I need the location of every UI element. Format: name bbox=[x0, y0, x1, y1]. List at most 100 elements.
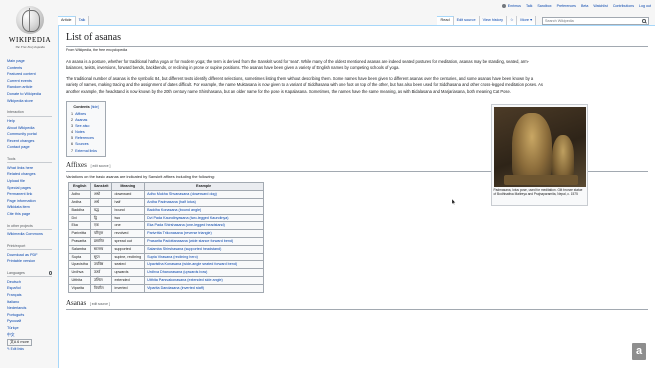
sidebar-item-upload[interactable]: Upload file bbox=[7, 178, 58, 185]
mouse-cursor-icon bbox=[452, 199, 456, 205]
affix-example-cell[interactable]: Viparita Dandasana (inverted staff) bbox=[143, 283, 264, 293]
sidebar-item-help[interactable]: Help bbox=[7, 118, 58, 125]
affix-sanskrit-cell: उत्थित bbox=[90, 275, 112, 285]
maitreya-figure bbox=[511, 112, 552, 181]
table-row: Adho अधो downward Adho Mukha Shvanasana (do… bbox=[67, 190, 264, 199]
search-placeholder: Search Wikipedia bbox=[545, 18, 574, 23]
lang-link[interactable]: Français bbox=[7, 292, 58, 299]
sidebar-item-store[interactable]: Wikipedia store bbox=[7, 98, 58, 105]
affix-meaning-cell: revolved bbox=[110, 229, 145, 238]
tab-more[interactable]: More ▾ bbox=[517, 16, 536, 25]
sidebar-item-special[interactable]: Special pages bbox=[7, 185, 58, 192]
sidebar-item-contact[interactable]: Contact page bbox=[7, 144, 58, 151]
sidebar-item-commons[interactable]: Wikimedia Commons bbox=[7, 231, 58, 238]
sidebar-item-about[interactable]: About Wikipedia bbox=[7, 125, 58, 132]
table-row: Utthita उत्थित extended Utthita Parsvakonas… bbox=[67, 275, 264, 285]
personal-beta-link[interactable]: Beta bbox=[581, 4, 588, 9]
sidebar-item-recent-changes[interactable]: Recent changes bbox=[7, 138, 58, 145]
affix-example-cell[interactable]: Baddha Konasana (bound angle) bbox=[143, 205, 264, 215]
toc-item[interactable]: 7 External links bbox=[71, 148, 101, 154]
toc-title-text: Contents bbox=[73, 104, 90, 109]
sidebar-item-what-links[interactable]: What links here bbox=[7, 165, 58, 172]
personal-sandbox-link[interactable]: Sandbox bbox=[537, 4, 551, 9]
lang-link[interactable]: Português bbox=[7, 312, 58, 319]
lang-link[interactable]: Italiano bbox=[7, 299, 58, 306]
puzzle-globe-icon bbox=[16, 6, 44, 34]
image-caption: Padmasana, lotus pose, used for meditati… bbox=[493, 188, 583, 197]
sidebar-item-related[interactable]: Related changes bbox=[7, 171, 58, 178]
sidebar-item-current-events[interactable]: Current events bbox=[7, 78, 58, 85]
sidebar-item-main-page[interactable]: Main page bbox=[7, 58, 58, 65]
gear-icon[interactable] bbox=[48, 271, 52, 275]
table-header: Meaning bbox=[110, 182, 145, 192]
sidebar-heading: Interaction bbox=[7, 110, 52, 117]
lang-link[interactable]: Türkçe bbox=[7, 325, 58, 332]
affix-example-cell[interactable]: Upavistha Konasana (wide-angle seated fo… bbox=[143, 260, 264, 270]
sidebar-item-download-pdf[interactable]: Download as PDF bbox=[7, 252, 58, 259]
sidebar-heading: Languages bbox=[7, 271, 52, 278]
table-row: Parivritta परिवृत्त revolved Parivritta Tri… bbox=[67, 229, 264, 238]
affix-example-cell[interactable]: Adho Mukha Shvanasana (downward dog) bbox=[143, 190, 264, 199]
personal-logout-link[interactable]: Log out bbox=[639, 4, 651, 9]
affix-example-cell[interactable]: Prasarita Padottanasana (wide stance for… bbox=[143, 236, 264, 246]
affix-english-cell: Upavistha bbox=[67, 260, 92, 270]
tab-article[interactable]: Article bbox=[58, 16, 76, 25]
affix-example-cell[interactable]: Salamba Shirshasana (supported headstand… bbox=[143, 244, 264, 254]
affix-example-cell[interactable]: Parivritta Trikonasana (reverse triangle… bbox=[143, 229, 264, 238]
affix-english-cell: Urdhva bbox=[67, 268, 92, 277]
sidebar-print-section: Print/export Download as PDF Printable v… bbox=[7, 244, 58, 265]
table-row: Urdhva ऊर्ध्व upwards Urdhva Dhanurasana (u… bbox=[67, 268, 264, 277]
edit-section-link[interactable]: [ edit source ] bbox=[90, 302, 110, 306]
sidebar-item-page-info[interactable]: Page information bbox=[7, 198, 58, 205]
more-languages-button[interactable]: 文A 6 more bbox=[7, 339, 32, 347]
search-icon[interactable] bbox=[642, 19, 646, 23]
statue-image[interactable] bbox=[493, 106, 586, 187]
watch-star-icon[interactable]: ☆ bbox=[506, 16, 518, 25]
affix-example-cell[interactable]: Supta Virasana (reclining hero) bbox=[143, 252, 264, 262]
toc-hide-link[interactable]: [hide] bbox=[91, 105, 99, 109]
corner-badge-logo: a bbox=[632, 343, 646, 360]
affix-example-cell[interactable]: Ardha Padmasana (half lotus) bbox=[143, 197, 264, 207]
affix-sanskrit-cell: ऊर्ध्व bbox=[90, 268, 112, 277]
personal-watchlist-link[interactable]: Watchlist bbox=[593, 4, 607, 9]
sidebar-item-random[interactable]: Random article bbox=[7, 84, 58, 91]
affix-sanskrit-cell: परिवृत्त bbox=[90, 229, 112, 238]
lang-link[interactable]: 中文 bbox=[7, 332, 58, 339]
sidebar-item-contents[interactable]: Contents bbox=[7, 65, 58, 72]
sidebar-item-donate[interactable]: Donate to Wikipedia bbox=[7, 91, 58, 98]
affix-example-cell[interactable]: Urdhva Dhanurasana (upwards bow) bbox=[143, 268, 264, 277]
search-input[interactable]: Search Wikipedia bbox=[542, 17, 649, 25]
affix-meaning-cell: half bbox=[110, 197, 145, 207]
personal-preferences-link[interactable]: Preferences bbox=[557, 4, 576, 9]
sidebar-item-cite[interactable]: Cite this page bbox=[7, 211, 58, 218]
tab-talk[interactable]: Talk bbox=[75, 16, 90, 25]
lang-link[interactable]: Русский bbox=[7, 318, 58, 325]
personal-talk-link[interactable]: Talk bbox=[526, 4, 532, 9]
sidebar-item-permanent[interactable]: Permanent link bbox=[7, 191, 58, 198]
affix-english-cell: Prasarita bbox=[67, 236, 92, 246]
personal-contributions-link[interactable]: Contributions bbox=[613, 4, 634, 9]
user-link[interactable]: Enrimus bbox=[502, 4, 521, 9]
edit-links-link[interactable]: ✎ Edit links bbox=[7, 347, 58, 351]
affix-example-cell[interactable]: Eka Pada Shirshasana (one-legged headsta… bbox=[143, 221, 264, 231]
affix-example-cell[interactable]: Dvi Pada Kaundinyasana (two-legged Kaund… bbox=[143, 213, 264, 223]
sidebar-item-community[interactable]: Community portal bbox=[7, 131, 58, 138]
sidebar-item-wikidata[interactable]: Wikidata item bbox=[7, 204, 58, 211]
lang-link[interactable]: Nederlands bbox=[7, 305, 58, 312]
affix-example-cell[interactable]: Utthita Parsvakonasana (extended side an… bbox=[143, 275, 264, 285]
tab-view-history[interactable]: View history bbox=[479, 16, 507, 25]
tab-read[interactable]: Read bbox=[437, 16, 454, 25]
languages-heading: Languages bbox=[7, 271, 25, 276]
sidebar-item-featured[interactable]: Featured content bbox=[7, 71, 58, 78]
edit-section-link[interactable]: [ edit source ] bbox=[91, 164, 111, 168]
affix-meaning-cell: downward bbox=[110, 190, 145, 199]
wikipedia-logo[interactable]: WIKIPEDIA The Free Encyclopedia bbox=[4, 6, 56, 52]
sidebar-item-printable[interactable]: Printable version bbox=[7, 258, 58, 265]
table-row: Viparita विपरीत inverted Viparita Dandasana… bbox=[67, 283, 264, 293]
tab-edit-source[interactable]: Edit source bbox=[453, 16, 480, 25]
affix-english-cell: Dvi bbox=[67, 213, 92, 223]
affix-english-cell: Eka bbox=[67, 221, 92, 231]
lang-link[interactable]: Deutsch bbox=[7, 279, 58, 286]
affix-sanskrit-cell: बद्ध bbox=[90, 205, 112, 215]
lang-link[interactable]: Español bbox=[7, 285, 58, 292]
